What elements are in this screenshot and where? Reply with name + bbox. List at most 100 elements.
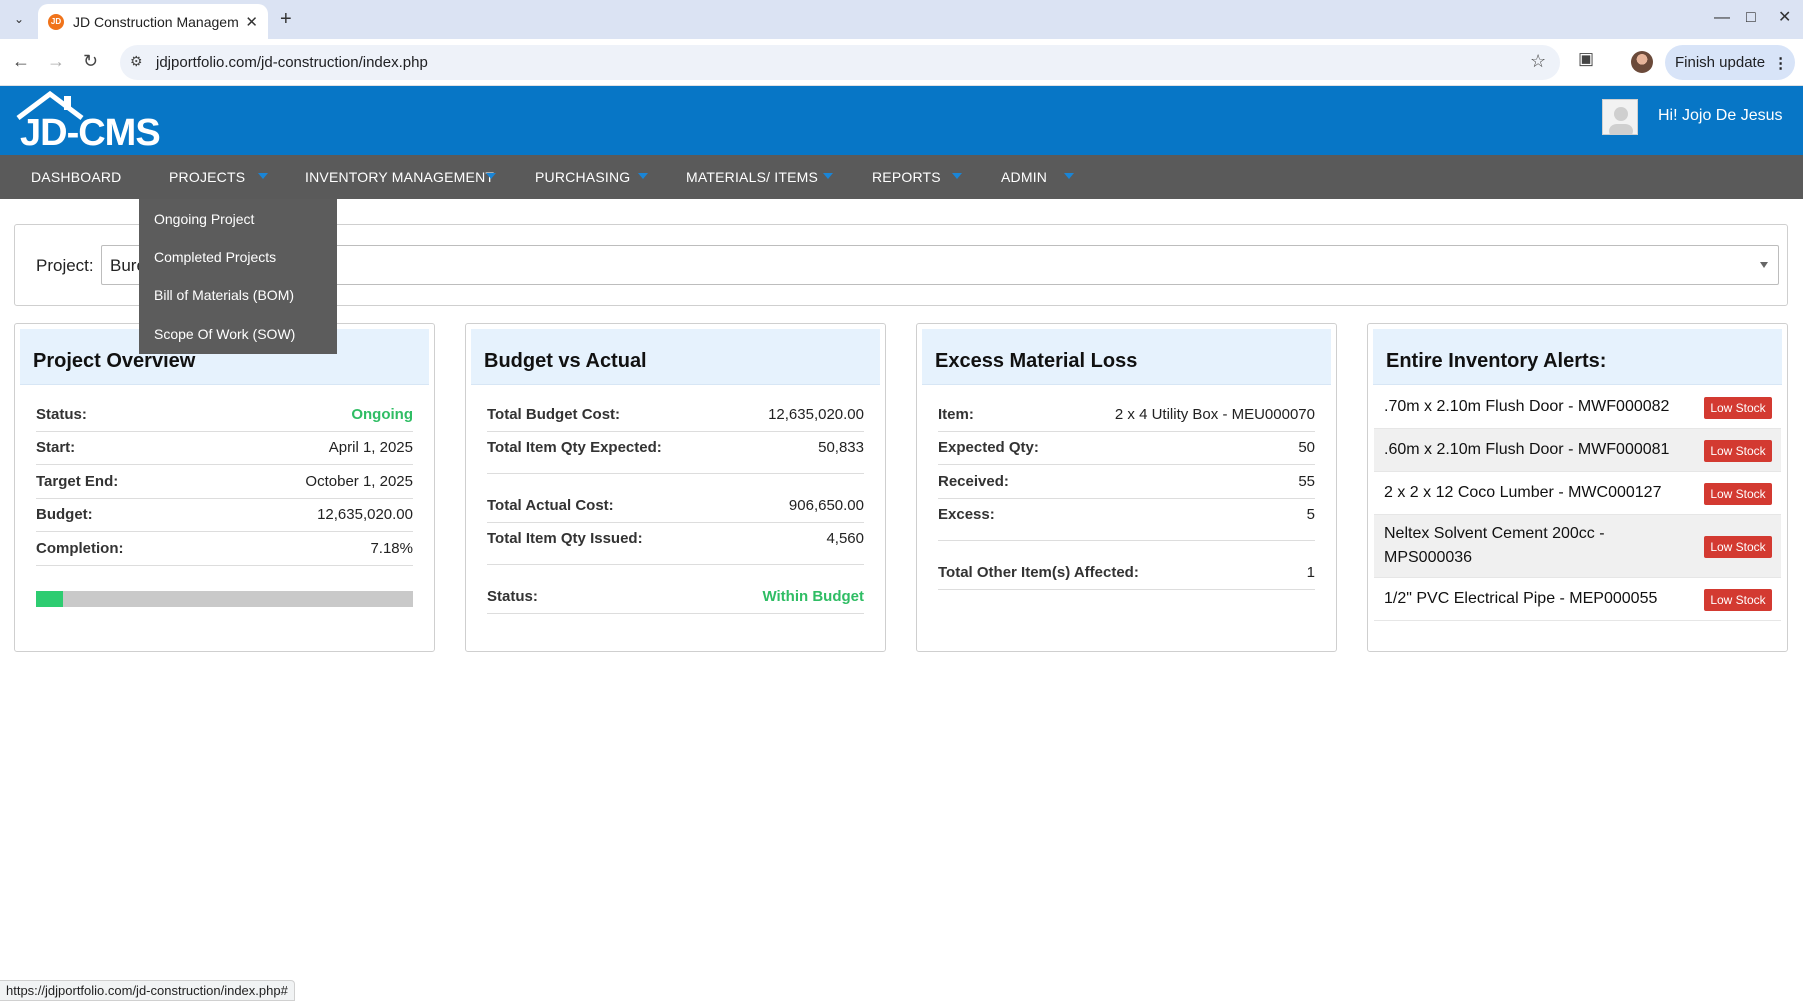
menu-item-completed-projects[interactable]: Completed Projects (154, 249, 276, 265)
overview-row-start: Start: April 1, 2025 (36, 431, 413, 465)
card-title: Entire Inventory Alerts: (1386, 350, 1607, 372)
reload-icon[interactable]: ↻ (83, 51, 98, 71)
user-greeting[interactable]: Hi! Jojo De Jesus (1658, 107, 1783, 125)
excess-material-loss-card: Excess Material Loss Item: 2 x 4 Utility… (916, 323, 1337, 652)
back-arrow-icon[interactable]: ← (12, 51, 30, 71)
row-label: Status: (36, 406, 87, 423)
nav-reports[interactable]: REPORTS (872, 169, 941, 185)
row-value: 12,635,020.00 (317, 506, 413, 523)
low-stock-badge: Low Stock (1704, 589, 1772, 611)
row-label: Excess: (938, 506, 995, 523)
tab-close-icon[interactable]: ✕ (245, 13, 258, 31)
menu-item-ongoing-project[interactable]: Ongoing Project (154, 211, 254, 227)
row-label: Expected Qty: (938, 439, 1039, 456)
projects-dropdown-menu: Ongoing Project Completed Projects Bill … (139, 199, 337, 354)
nav-admin[interactable]: ADMIN (1001, 169, 1047, 185)
tab-search-icon[interactable]: ⌄ (8, 8, 30, 30)
project-label: Project: (36, 256, 94, 275)
row-value: 2 x 4 Utility Box - MEU000070 (1114, 406, 1315, 423)
alert-item-name: .60m x 2.10m Flush Door - MWF000081 (1384, 441, 1670, 458)
low-stock-badge: Low Stock (1704, 440, 1772, 462)
budget-row-total-item-qty-issued: Total Item Qty Issued: 4,560 (487, 522, 864, 565)
card-header: Entire Inventory Alerts: (1373, 329, 1782, 385)
card-header: Budget vs Actual (471, 329, 880, 385)
nav-materials-caret-icon[interactable] (823, 173, 833, 179)
alert-row[interactable]: .70m x 2.10m Flush Door - MWF000082 Low … (1374, 386, 1781, 429)
row-label: Total Item Qty Expected: (487, 439, 662, 456)
jd-cms-logo[interactable]: JD-CMS (14, 90, 174, 154)
finish-update-button[interactable]: Finish update ⋮ (1665, 45, 1795, 80)
nav-projects-caret-icon[interactable] (258, 173, 268, 179)
row-value: 906,650.00 (788, 497, 864, 514)
row-label: Total Budget Cost: (487, 406, 621, 423)
budget-row-status: Status: Within Budget (487, 580, 864, 614)
profile-avatar[interactable] (1631, 51, 1653, 73)
completion-progress-bar (36, 591, 413, 607)
row-value: October 1, 2025 (305, 473, 413, 490)
app-header: JD-CMS Hi! Jojo De Jesus (0, 86, 1803, 155)
finish-update-label: Finish update (1675, 54, 1766, 71)
inventory-alerts-card: Entire Inventory Alerts: .70m x 2.10m Fl… (1367, 323, 1788, 652)
row-label: Target End: (36, 473, 119, 490)
alert-row[interactable]: .60m x 2.10m Flush Door - MWF000081 Low … (1374, 429, 1781, 472)
nav-dashboard[interactable]: DASHBOARD (31, 169, 121, 185)
menu-item-scope-of-work[interactable]: Scope Of Work (SOW) (154, 326, 295, 342)
alert-item-name: 2 x 2 x 12 Coco Lumber - MWC000127 (1384, 484, 1662, 501)
user-avatar[interactable] (1602, 99, 1638, 135)
excess-row-expected-qty: Expected Qty: 50 (938, 431, 1315, 465)
row-label: Start: (36, 439, 76, 456)
browser-tab[interactable]: JD JD Construction Managem ✕ (38, 4, 268, 39)
overview-row-target-end: Target End: October 1, 2025 (36, 465, 413, 499)
alert-item-name-line1: Neltex Solvent Cement 200cc - (1384, 525, 1605, 542)
alert-row[interactable]: 1/2" PVC Electrical Pipe - MEP000055 Low… (1374, 578, 1781, 621)
excess-row-received: Received: 55 (938, 465, 1315, 499)
row-value: 1 (1306, 564, 1315, 581)
window-close-icon[interactable]: ✕ (1778, 8, 1791, 28)
nav-materials-items[interactable]: MATERIALS/ ITEMS (686, 169, 818, 185)
nav-reports-caret-icon[interactable] (952, 173, 962, 179)
project-select[interactable]: Bureau of Fire (101, 245, 1779, 285)
url-text[interactable]: jdjportfolio.com/jd-construction/index.p… (156, 54, 428, 71)
nav-inventory-management[interactable]: INVENTORY MANAGEMENT (305, 169, 494, 185)
row-value: 50,833 (818, 439, 864, 456)
row-value: 5 (1306, 506, 1315, 523)
nav-purchasing-caret-icon[interactable] (638, 173, 648, 179)
site-favicon-icon: JD (48, 13, 64, 30)
row-value: 4,560 (826, 530, 864, 547)
menu-item-bill-of-materials[interactable]: Bill of Materials (BOM) (154, 287, 294, 303)
excess-row-other-items-affected: Total Other Item(s) Affected: 1 (938, 556, 1315, 590)
logo-text: JD-CMS (20, 112, 161, 154)
maximize-icon[interactable]: □ (1746, 8, 1756, 28)
nav-inventory-caret-icon[interactable] (486, 173, 496, 179)
browser-status-bar: https://jdjportfolio.com/jd-construction… (0, 980, 295, 1001)
nav-purchasing[interactable]: PURCHASING (535, 169, 630, 185)
status-value: Ongoing (351, 406, 413, 423)
forward-arrow-icon[interactable]: → (47, 51, 65, 71)
low-stock-badge: Low Stock (1704, 483, 1772, 505)
new-tab-icon[interactable]: + (280, 8, 292, 30)
more-menu-icon: ⋮ (1773, 54, 1789, 72)
nav-admin-caret-icon[interactable] (1064, 173, 1074, 179)
row-label: Total Actual Cost: (487, 497, 614, 514)
extensions-icon[interactable]: ▣ (1578, 49, 1594, 69)
card-title: Budget vs Actual (484, 350, 647, 372)
budget-row-total-item-qty-expected: Total Item Qty Expected: 50,833 (487, 431, 864, 474)
alert-row[interactable]: 2 x 2 x 12 Coco Lumber - MWC000127 Low S… (1374, 472, 1781, 515)
overview-row-budget: Budget: 12,635,020.00 (36, 498, 413, 532)
tab-title: JD Construction Managem (73, 13, 239, 30)
excess-row-excess: Excess: 5 (938, 498, 1315, 541)
main-nav: DASHBOARD PROJECTS INVENTORY MANAGEMENT … (0, 155, 1803, 199)
budget-vs-actual-card: Budget vs Actual Total Budget Cost: 12,6… (465, 323, 886, 652)
alert-row[interactable]: Neltex Solvent Cement 200cc - MPS000036 … (1374, 515, 1781, 578)
row-label: Completion: (36, 540, 124, 557)
row-label: Total Item Qty Issued: (487, 530, 643, 547)
minimize-icon[interactable]: — (1714, 8, 1730, 28)
nav-projects[interactable]: PROJECTS (169, 169, 245, 185)
bookmark-star-icon[interactable]: ☆ (1530, 51, 1546, 72)
address-bar[interactable]: ⚙ jdjportfolio.com/jd-construction/index… (120, 45, 1560, 80)
row-value: 12,635,020.00 (768, 406, 864, 423)
card-header: Excess Material Loss (922, 329, 1331, 385)
row-label: Total Other Item(s) Affected: (938, 564, 1139, 581)
row-value: April 1, 2025 (328, 439, 413, 456)
site-info-icon[interactable]: ⚙ (130, 53, 143, 70)
